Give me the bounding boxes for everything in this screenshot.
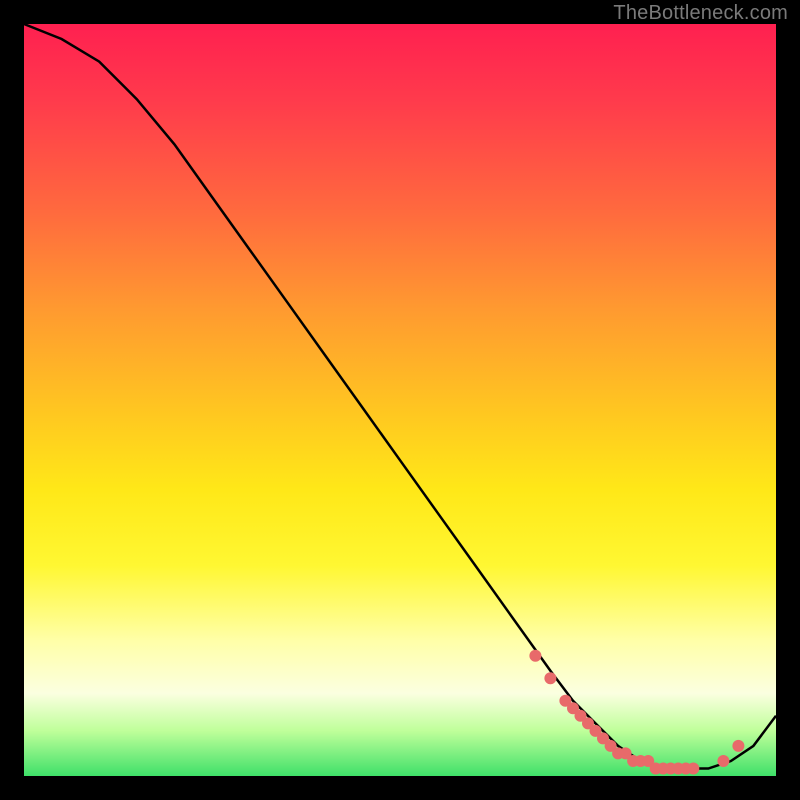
highlight-dot: [732, 740, 744, 752]
curve-svg: [24, 24, 776, 776]
highlight-dot: [687, 763, 699, 775]
plot-area: [24, 24, 776, 776]
main-curve: [24, 24, 776, 769]
watermark-text: TheBottleneck.com: [613, 2, 788, 25]
highlight-dot: [717, 755, 729, 767]
highlight-dots: [529, 650, 744, 775]
highlight-dot: [544, 672, 556, 684]
chart-frame: TheBottleneck.com: [0, 0, 800, 800]
highlight-dot: [529, 650, 541, 662]
